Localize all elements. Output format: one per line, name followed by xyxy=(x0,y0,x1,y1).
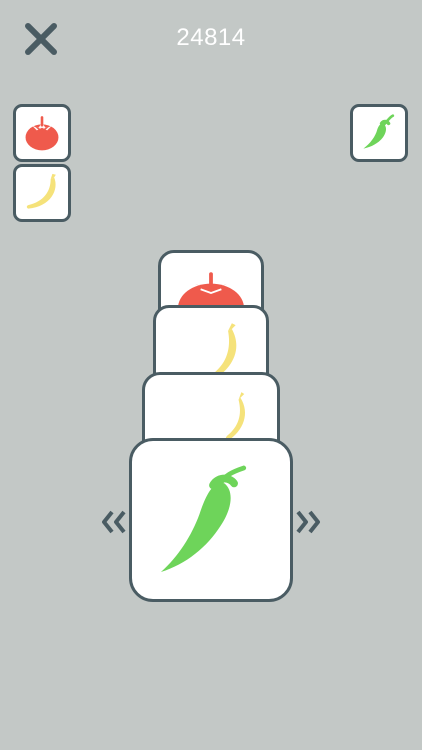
collected-card-pepper[interactable] xyxy=(350,104,408,162)
double-chevron-left-icon[interactable] xyxy=(100,510,128,534)
pepper-icon xyxy=(363,114,395,149)
tomato-icon xyxy=(25,116,59,151)
current-card-pepper[interactable] xyxy=(129,438,293,602)
banana-icon xyxy=(26,173,56,209)
collected-card-tomato[interactable] xyxy=(13,104,71,162)
pepper-icon xyxy=(160,465,247,573)
double-chevron-right-icon[interactable] xyxy=(294,510,322,534)
collected-card-banana[interactable] xyxy=(13,164,71,222)
score-display: 24814 xyxy=(176,24,246,51)
